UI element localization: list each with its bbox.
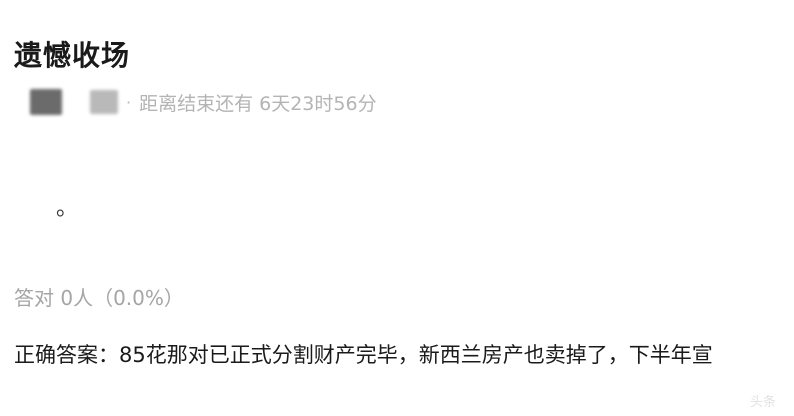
correct-answer-text: 正确答案：85花那对已正式分割财产完毕，新西兰房产也卖掉了，下半年宣 [14,343,713,367]
page-title: 遗憾收场 [14,39,131,72]
blurred-avatar [30,89,62,115]
meta-row: · 距离结束还有 6天23时56分 [30,86,377,118]
countdown-text: 距离结束还有 6天23时56分 [139,92,377,115]
watermark-logo: 头条 [749,395,776,410]
option-placeholder: 。 [56,196,79,221]
blurred-username [90,90,118,114]
separator-dot: · [126,92,132,112]
correct-stats: 答对 0人（0.0%） [14,286,184,310]
